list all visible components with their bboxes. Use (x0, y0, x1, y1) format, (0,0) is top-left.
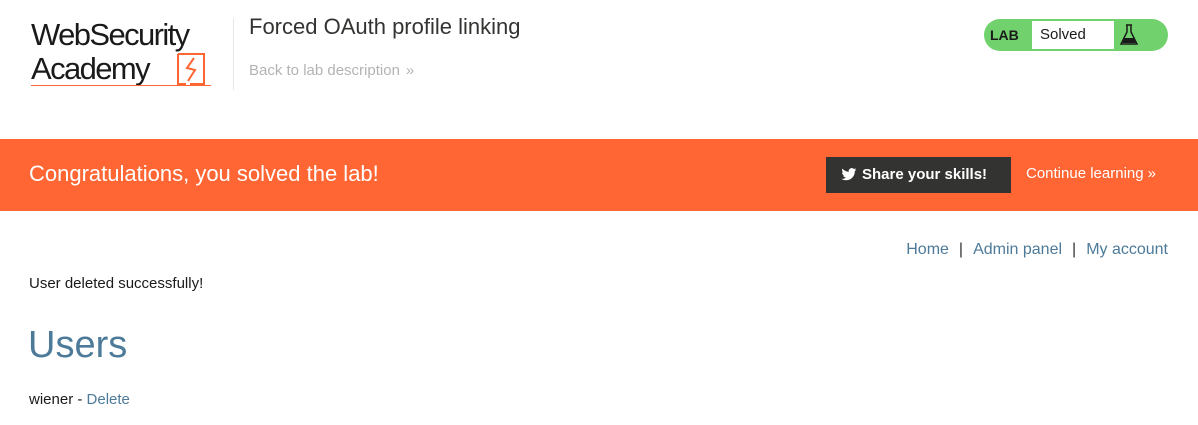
user-list-item: wiener - Delete (29, 391, 130, 408)
flask-icon (1120, 24, 1138, 45)
logo-text-line1: WebSecurity (31, 17, 190, 52)
share-skills-label: Share your skills! (862, 166, 988, 183)
users-heading: Users (28, 324, 128, 366)
nav-my-account-link[interactable]: My account (1086, 241, 1168, 258)
lab-title: Forced OAuth profile linking (249, 14, 521, 39)
logo-underline (31, 85, 211, 86)
nav-separator: | (1072, 241, 1077, 258)
lab-status-badge: LAB Solved (984, 19, 1168, 51)
page-header: WebSecurity Academy Forced OAuth profile… (0, 0, 1198, 139)
top-nav: Home | Admin panel | My account (906, 241, 1168, 259)
web-security-academy-logo[interactable]: WebSecurity Academy (31, 19, 231, 89)
back-link-label: Back to lab description (249, 62, 400, 79)
nav-admin-panel-link[interactable]: Admin panel (973, 241, 1062, 258)
solved-banner: Congratulations, you solved the lab! Sha… (0, 139, 1198, 211)
delete-user-link[interactable]: Delete (87, 391, 130, 408)
lab-tag: LAB (990, 27, 1019, 43)
twitter-icon (841, 168, 857, 181)
continue-learning-label: Continue learning (1026, 165, 1144, 182)
chevron-right-icon: » (1147, 165, 1156, 182)
user-name: wiener (29, 391, 74, 408)
header-divider (233, 18, 234, 90)
logo-text-line2: Academy (31, 51, 151, 86)
logo-bolt-icon (177, 53, 205, 85)
nav-home-link[interactable]: Home (906, 241, 949, 258)
user-separator: - (73, 391, 87, 408)
back-to-lab-description-link[interactable]: Back to lab description » (249, 62, 414, 79)
nav-separator: | (958, 241, 964, 258)
share-skills-button[interactable]: Share your skills! (826, 157, 1011, 193)
congratulations-message: Congratulations, you solved the lab! (29, 161, 379, 186)
status-message: User deleted successfully! (29, 275, 204, 292)
lab-status-text: Solved (1032, 21, 1114, 49)
chevron-right-icon: » (405, 62, 415, 79)
continue-learning-link[interactable]: Continue learning» (1026, 165, 1156, 182)
